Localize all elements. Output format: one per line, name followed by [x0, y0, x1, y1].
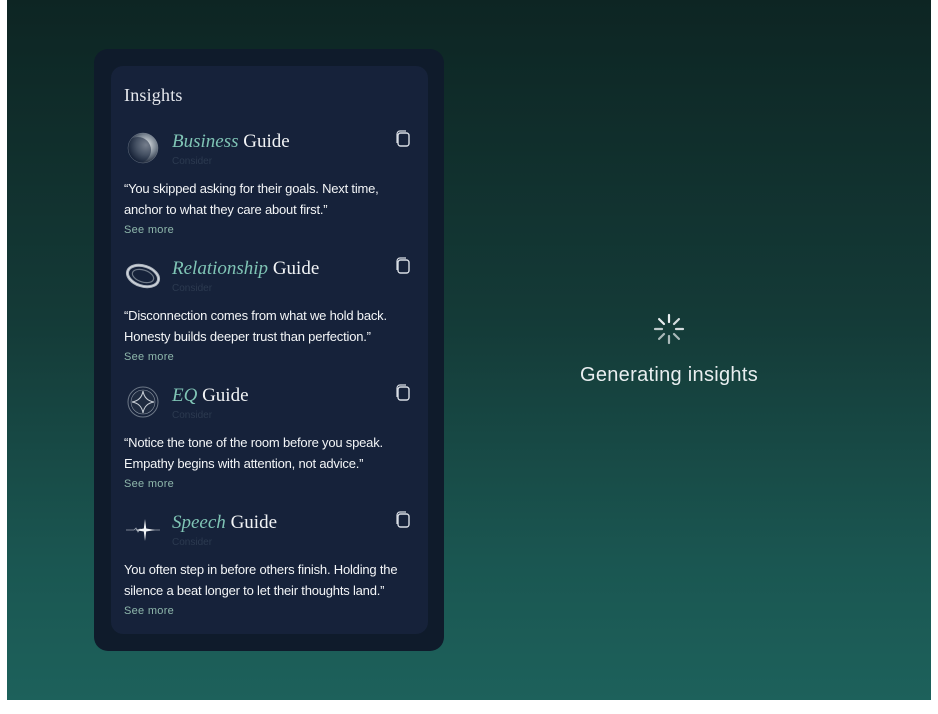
guide-quote: “Disconnection comes from what we hold b… [124, 308, 387, 344]
guide-title: Relationship Guide [172, 258, 320, 279]
moon-sphere-icon [125, 132, 159, 164]
guide-subtitle: Consider [172, 156, 213, 167]
ring-orbit-icon [125, 263, 161, 289]
guide-title: Business Guide [172, 131, 290, 152]
copy-icon[interactable] [394, 384, 412, 402]
insights-panel: Insights Business Guide Consider “You sk… [94, 49, 444, 651]
guide-quote: “Notice the tone of the room before you … [124, 435, 383, 471]
see-more-link[interactable]: See more [124, 605, 174, 617]
app-background: Insights Business Guide Consider “You sk… [7, 0, 931, 700]
guide-subtitle: Consider [172, 283, 213, 294]
copy-icon[interactable] [394, 130, 412, 148]
guide-title: EQ Guide [172, 385, 249, 406]
guide-subtitle: Consider [172, 537, 213, 548]
spinner-icon [653, 313, 685, 345]
see-more-link[interactable]: See more [124, 224, 174, 236]
guide-title: Speech Guide [172, 512, 277, 533]
status-text: Generating insights [579, 364, 759, 386]
guide-quote: You often step in before others finish. … [124, 562, 398, 598]
guide-card-relationship: Relationship Guide Consider “Disconnecti… [111, 247, 428, 371]
panel-title: Insights [124, 85, 183, 105]
guide-quote: “You skipped asking for their goals. Nex… [124, 181, 379, 217]
sound-spark-icon [126, 519, 160, 541]
guide-subtitle: Consider [172, 410, 213, 421]
guide-card-business: Business Guide Consider “You skipped ask… [111, 120, 428, 244]
guide-card-eq: EQ Guide Consider “Notice the tone of th… [111, 374, 428, 498]
copy-icon[interactable] [394, 257, 412, 275]
copy-icon[interactable] [394, 511, 412, 529]
sparkle-sphere-icon [127, 386, 159, 418]
see-more-link[interactable]: See more [124, 478, 174, 490]
see-more-link[interactable]: See more [124, 351, 174, 363]
insights-card-list: Insights Business Guide Consider “You sk… [111, 66, 428, 634]
guide-card-speech: Speech Guide Consider You often step in … [111, 501, 428, 625]
